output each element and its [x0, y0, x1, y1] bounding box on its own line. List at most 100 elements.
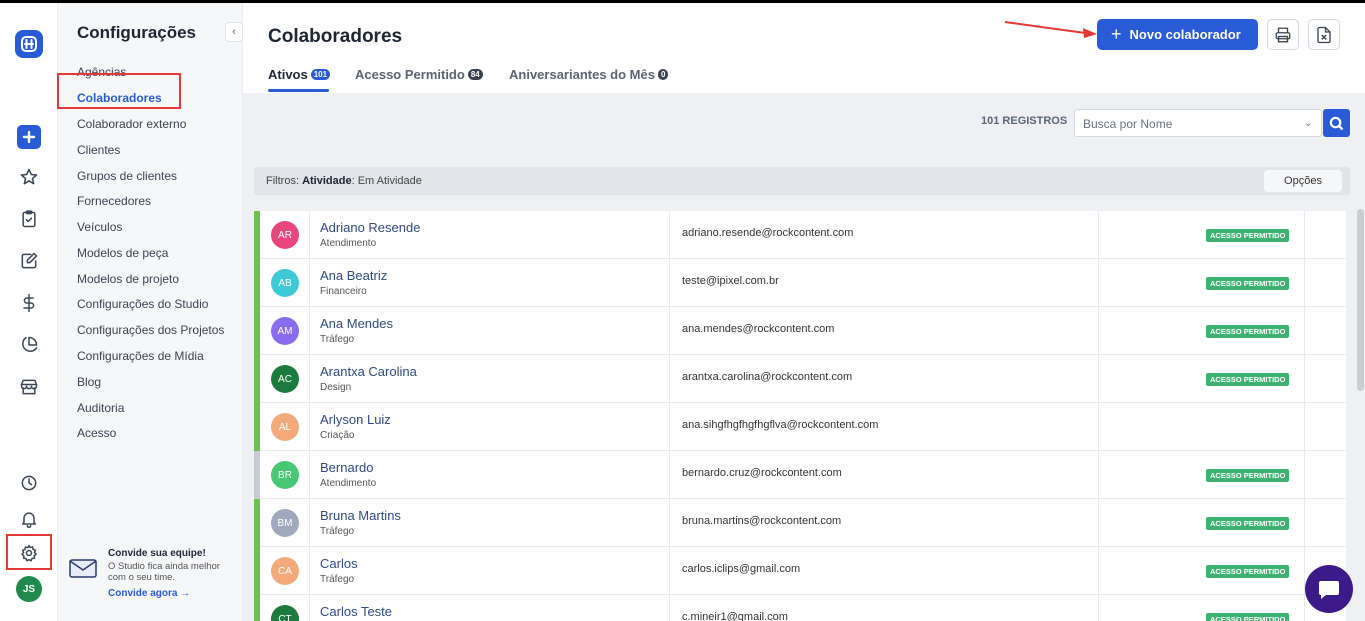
table-row[interactable]: BR Bernardo Atendimento bernardo.cruz@rockc… — [254, 451, 1346, 499]
sidebar-item-config-studio[interactable]: Configurações do Studio — [77, 297, 208, 311]
clipboard-icon[interactable] — [17, 207, 41, 231]
tab-count-badge: 84 — [467, 69, 483, 80]
table-row[interactable]: CA Carlos Tráfego carlos.iclips@gmail.com AC… — [254, 547, 1346, 595]
bell-icon[interactable] — [17, 507, 41, 531]
envelope-icon — [68, 556, 98, 580]
column-divider — [1304, 499, 1305, 547]
plus-icon[interactable] — [17, 125, 41, 149]
column-divider — [1098, 307, 1099, 355]
tab-label: Ativos — [268, 67, 308, 82]
name-cell: Bernardo Atendimento — [309, 451, 670, 499]
colaborador-name[interactable]: Ana Mendes — [320, 316, 393, 331]
colaborador-name[interactable]: Arlyson Luiz — [320, 412, 391, 427]
search-icon — [1329, 116, 1344, 130]
print-button[interactable] — [1267, 19, 1299, 50]
dollar-icon[interactable] — [17, 291, 41, 315]
tab-aniversariantes[interactable]: Aniversariantes do Mês 0 — [509, 67, 669, 82]
chevron-down-icon[interactable]: ⌄ — [1304, 116, 1313, 129]
sidebar-item-acesso[interactable]: Acesso — [77, 426, 116, 440]
column-divider — [1098, 211, 1099, 259]
sidebar-item-modelos-peca[interactable]: Modelos de peça — [77, 246, 168, 260]
table-row[interactable]: AC Arantxa Carolina Design arantxa.carolina… — [254, 355, 1346, 403]
column-divider — [1098, 499, 1099, 547]
records-count: 101 REGISTROS — [981, 115, 1068, 127]
colaborador-email: arantxa.carolina@rockcontent.com — [682, 371, 853, 383]
colaborador-dept: Atendimento — [320, 238, 377, 249]
table-row[interactable]: BM Bruna Martins Tráfego bruna.martins@rock… — [254, 499, 1346, 547]
invite-link[interactable]: Convide agora → — [108, 588, 190, 599]
avatar: AC — [271, 365, 299, 393]
name-cell: Carlos Teste — [309, 595, 670, 621]
status-badge: ACESSO PERMITIDO — [1206, 613, 1290, 621]
colaborador-name[interactable]: Ana Beatriz — [320, 268, 387, 283]
column-divider — [1098, 403, 1099, 451]
store-icon[interactable] — [17, 375, 41, 399]
collapse-sidebar-button[interactable]: ‹ — [225, 22, 243, 42]
colaborador-email: bernardo.cruz@rockcontent.com — [682, 467, 842, 479]
filters-bar: Filtros: Atividade: Em Atividade — [254, 167, 1350, 195]
name-cell: Ana Beatriz Financeiro — [309, 259, 670, 307]
export-excel-button[interactable] — [1308, 19, 1340, 50]
search-button[interactable] — [1323, 109, 1350, 137]
scrollbar[interactable] — [1357, 209, 1364, 391]
colaborador-name[interactable]: Arantxa Carolina — [320, 364, 417, 379]
sidebar-item-fornecedores[interactable]: Fornecedores — [77, 194, 151, 208]
search-placeholder: Busca por Nome — [1083, 117, 1173, 131]
sidebar-item-config-projetos[interactable]: Configurações dos Projetos — [77, 323, 224, 337]
sidebar-item-colaborador-externo[interactable]: Colaborador externo — [77, 117, 186, 131]
sidebar-item-auditoria[interactable]: Auditoria — [77, 401, 124, 415]
column-divider — [1304, 211, 1305, 259]
invite-title: Convide sua equipe! — [108, 548, 206, 559]
colaborador-name[interactable]: Carlos Teste — [320, 604, 392, 619]
sidebar-item-veiculos[interactable]: Veículos — [77, 220, 122, 234]
highlight-settings — [6, 534, 52, 570]
tab-label: Aniversariantes do Mês — [509, 67, 655, 82]
clock-icon[interactable] — [17, 471, 41, 495]
pie-chart-icon[interactable] — [17, 333, 41, 357]
invite-link-label: Convide agora — [108, 588, 178, 599]
tab-ativos[interactable]: Ativos 101 — [268, 67, 331, 82]
new-colaborador-button[interactable]: + Novo colaborador — [1097, 19, 1258, 50]
user-avatar[interactable]: JS — [16, 576, 42, 602]
table-row[interactable]: AM Ana Mendes Tráfego ana.mendes@rockconten… — [254, 307, 1346, 355]
chat-button[interactable] — [1305, 565, 1353, 613]
table-row[interactable]: AB Ana Beatriz Financeiro teste@ipixel.com.… — [254, 259, 1346, 307]
filters-prefix: Filtros: — [266, 175, 299, 187]
colaborador-email: bruna.martins@rockcontent.com — [682, 515, 842, 527]
column-divider — [1304, 307, 1305, 355]
sidebar-item-config-midia[interactable]: Configurações de Mídia — [77, 349, 204, 363]
highlight-colaboradores — [57, 73, 181, 109]
column-divider — [1304, 595, 1305, 621]
avatar: AM — [271, 317, 299, 345]
tab-acesso-permitido[interactable]: Acesso Permitido 84 — [355, 67, 483, 82]
colaborador-name[interactable]: Bruna Martins — [320, 508, 401, 523]
column-divider — [1098, 451, 1099, 499]
colaborador-name[interactable]: Carlos — [320, 556, 358, 571]
colaborador-name[interactable]: Adriano Resende — [320, 220, 420, 235]
chat-icon — [1319, 581, 1339, 599]
avatar: AR — [271, 221, 299, 249]
edit-icon[interactable] — [17, 249, 41, 273]
status-badge: ACESSO PERMITIDO — [1206, 325, 1290, 338]
table-row[interactable]: AL Arlyson Luiz Criação ana.sihgfhgfhgfhgfl… — [254, 403, 1346, 451]
table-row[interactable]: CT Carlos Teste c.mineir1@gmail.com ACESSO … — [254, 595, 1346, 621]
avatar: BM — [271, 509, 299, 537]
activity-indicator — [254, 307, 260, 355]
table-row[interactable]: AR Adriano Resende Atendimento adriano.rese… — [254, 211, 1346, 259]
colaborador-name[interactable]: Bernardo — [320, 460, 373, 475]
sidebar-item-modelos-projeto[interactable]: Modelos de projeto — [77, 272, 179, 286]
filter-key: Atividade — [302, 175, 352, 187]
name-cell: Carlos Tráfego — [309, 547, 670, 595]
options-button[interactable]: Opções — [1264, 170, 1342, 192]
sidebar-item-blog[interactable]: Blog — [77, 375, 101, 389]
sidebar-item-clientes[interactable]: Clientes — [77, 143, 120, 157]
sidebar-item-grupos-clientes[interactable]: Grupos de clientes — [77, 169, 177, 183]
filter-value: : Em Atividade — [351, 175, 422, 187]
star-icon[interactable] — [17, 165, 41, 189]
avatar: CT — [271, 605, 299, 621]
column-divider — [1304, 403, 1305, 451]
excel-file-icon — [1317, 26, 1331, 43]
colaborador-email: teste@ipixel.com.br — [682, 275, 779, 287]
search-input[interactable]: Busca por Nome ⌄ — [1074, 109, 1322, 137]
logo-icon[interactable] — [15, 30, 43, 58]
